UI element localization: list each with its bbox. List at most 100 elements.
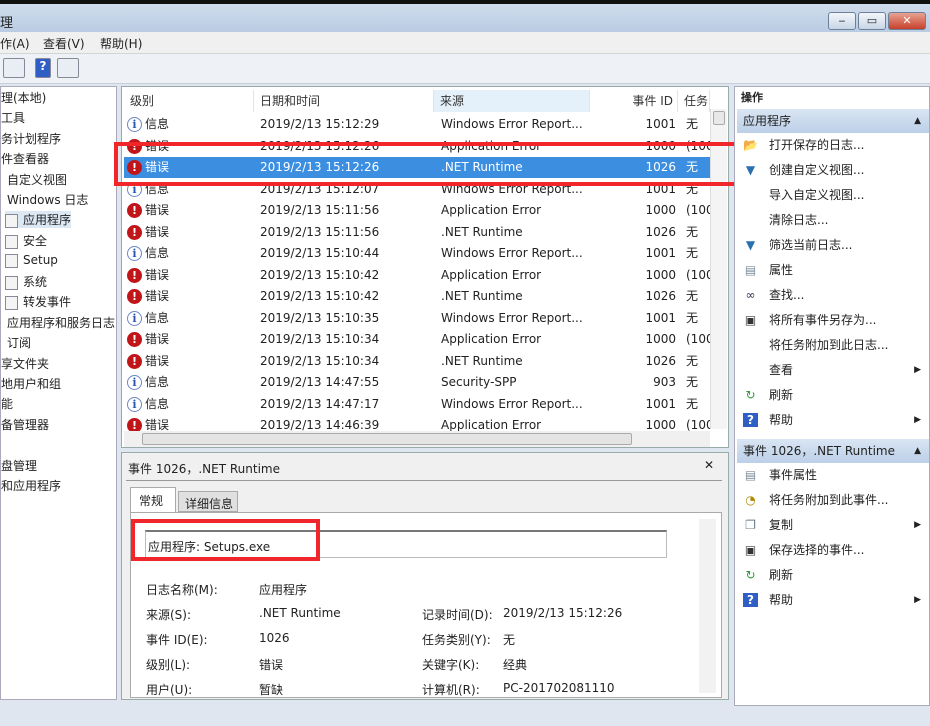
tree-item[interactable]: Setup: [5, 253, 58, 268]
table-row[interactable]: i 信息 2019/2/13 15:10:35 Windows Error Repor…: [124, 308, 710, 329]
event-id-cell: 1026: [645, 224, 676, 239]
scroll-thumb[interactable]: [142, 433, 632, 445]
refresh-icon: ↻: [745, 568, 756, 582]
tree-item[interactable]: 地用户和组: [1, 375, 61, 392]
tree-item[interactable]: 应用程序和服务日志: [7, 314, 115, 331]
action-items1-3[interactable]: 清除日志...: [737, 208, 927, 232]
tree-item[interactable]: 自定义视图: [7, 171, 67, 188]
tree-item[interactable]: Windows 日志: [7, 191, 88, 208]
id-value: 1026: [259, 631, 290, 645]
action-items1-4[interactable]: ▼ 筛选当前日志...: [737, 233, 927, 257]
task-cell: 无: [686, 224, 699, 239]
horizontal-scrollbar[interactable]: [124, 431, 710, 447]
action-items2-0[interactable]: ▤ 事件属性: [737, 463, 927, 487]
action-items1-9[interactable]: 查看 ▶: [737, 358, 927, 382]
level-cell: ! 错误: [127, 351, 169, 372]
section-event[interactable]: 事件 1026，.NET Runtime ▲: [737, 439, 929, 463]
action-items1-5[interactable]: ▤ 属性: [737, 258, 927, 282]
column-header-source[interactable]: 来源: [434, 90, 590, 112]
table-row[interactable]: ! 错误 2019/2/13 15:11:56 Application Error 10…: [124, 200, 710, 221]
tree-item[interactable]: 转发事件: [5, 293, 71, 310]
action-items1-6[interactable]: ∞ 查找...: [737, 283, 927, 307]
close-icon[interactable]: ✕: [704, 458, 714, 472]
table-row[interactable]: ! 错误 2019/2/13 15:10:34 .NET Runtime 1026 无: [124, 351, 710, 372]
info-icon: i: [127, 117, 142, 132]
action-label: 导入自定义视图...: [769, 188, 865, 202]
show-hide-action-pane-button[interactable]: [57, 58, 79, 78]
column-header-event-id[interactable]: 事件 ID: [590, 90, 678, 112]
table-row[interactable]: ! 错误 2019/2/13 15:11:56 .NET Runtime 1026 无: [124, 222, 710, 243]
save-icon: ▣: [744, 543, 757, 557]
table-row[interactable]: i 信息 2019/2/13 14:47:17 Windows Error Repor…: [124, 394, 710, 415]
action-items1-7[interactable]: ▣ 将所有事件另存为...: [737, 308, 927, 332]
user-value: 暂缺: [259, 683, 284, 697]
close-button[interactable]: ✕: [888, 12, 926, 30]
minimize-button[interactable]: ‒: [828, 12, 856, 30]
level-text: 信息: [145, 246, 170, 260]
task-value: 无: [503, 633, 516, 647]
action-items2-5[interactable]: ? 帮助 ▶: [737, 588, 927, 612]
action-items1-10[interactable]: ↻ 刷新: [737, 383, 927, 407]
table-row[interactable]: i 信息 2019/2/13 15:10:44 Windows Error Repor…: [124, 243, 710, 264]
actions-pane: 操作 应用程序 ▲ 📂 打开保存的日志... ▼ 创建自定义视图... 导入自定义视图..…: [734, 86, 930, 706]
menu-view[interactable]: 查看(V): [43, 35, 85, 52]
action-items2-4[interactable]: ↻ 刷新: [737, 563, 927, 587]
event-id-cell: 1000: [645, 203, 676, 217]
action-items2-1[interactable]: ◔ 将任务附加到此事件...: [737, 488, 927, 512]
action-items2-3[interactable]: ▣ 保存选择的事件...: [737, 538, 927, 562]
tree-item[interactable]: 理(本地): [1, 89, 46, 106]
section-label: 应用程序: [743, 114, 792, 128]
tree-item[interactable]: 件查看器: [1, 150, 49, 167]
chevron-right-icon: ▶: [914, 595, 921, 605]
tree-item[interactable]: 务计划程序: [1, 130, 61, 147]
table-row[interactable]: ! 错误 2019/2/13 15:10:42 .NET Runtime 1026 无: [124, 286, 710, 307]
info-icon: i: [127, 246, 142, 261]
action-items1-1[interactable]: ▼ 创建自定义视图...: [737, 158, 927, 182]
collapse-icon[interactable]: ▲: [914, 109, 921, 133]
collapse-icon[interactable]: ▲: [914, 439, 921, 463]
level-value: 错误: [259, 658, 284, 672]
highlight-box: [114, 142, 740, 186]
tree-item[interactable]: 享文件夹: [1, 355, 49, 372]
tab-general[interactable]: 常规: [130, 487, 176, 513]
column-header-date[interactable]: 日期和时间: [254, 90, 434, 112]
table-row[interactable]: ! 错误 2019/2/13 15:10:42 Application Error 10…: [124, 265, 710, 286]
tree-item-label: 盘管理: [1, 459, 38, 473]
tree-item[interactable]: 备管理器: [1, 416, 49, 433]
tree-item[interactable]: 应用程序: [5, 211, 72, 228]
tree-item[interactable]: 安全: [5, 232, 47, 249]
column-header-level[interactable]: 级别: [124, 90, 254, 112]
help-icon: ?: [743, 413, 758, 427]
column-header-task[interactable]: 任务: [678, 90, 710, 112]
menu-action[interactable]: 作(A): [0, 35, 30, 52]
scroll-thumb[interactable]: [713, 111, 725, 125]
log-icon: [5, 234, 18, 249]
tree-item[interactable]: 工具: [1, 109, 25, 126]
source-cell: Windows Error Report...: [441, 310, 583, 325]
tree-item[interactable]: 订阅: [7, 334, 31, 351]
show-hide-tree-button[interactable]: [3, 58, 25, 78]
action-items1-0[interactable]: 📂 打开保存的日志...: [737, 133, 927, 157]
tree-item[interactable]: 系统: [5, 273, 47, 290]
action-items2-2[interactable]: ❐ 复制 ▶: [737, 513, 927, 537]
level-text: 错误: [145, 353, 170, 368]
task-cell: 无: [686, 117, 699, 131]
help-icon: ?: [743, 593, 758, 607]
vertical-scrollbar[interactable]: [699, 519, 716, 693]
tree-item[interactable]: 和应用程序: [1, 477, 61, 494]
action-items1-8[interactable]: 将任务附加到此日志...: [737, 333, 927, 357]
maximize-button[interactable]: ▭: [858, 12, 886, 30]
menu-help[interactable]: 帮助(H): [100, 35, 142, 52]
action-items1-2[interactable]: 导入自定义视图...: [737, 183, 927, 207]
table-row[interactable]: i 信息 2019/2/13 15:12:29 Windows Error Repor…: [124, 114, 710, 135]
table-row[interactable]: i 信息 2019/2/13 14:47:55 Security-SPP 903 无: [124, 372, 710, 393]
help-icon[interactable]: ?: [35, 58, 51, 78]
tab-details[interactable]: 详细信息: [178, 491, 238, 512]
action-items1-11[interactable]: ? 帮助 ▶: [737, 408, 927, 432]
tree-item[interactable]: 能: [1, 395, 13, 412]
event-id-cell: 1001: [645, 310, 676, 325]
table-row[interactable]: ! 错误 2019/2/13 15:10:34 Application Error 10…: [124, 329, 710, 350]
section-application[interactable]: 应用程序 ▲: [737, 109, 929, 133]
source-cell: Security-SPP: [441, 375, 517, 389]
tree-item[interactable]: 盘管理: [1, 457, 37, 474]
